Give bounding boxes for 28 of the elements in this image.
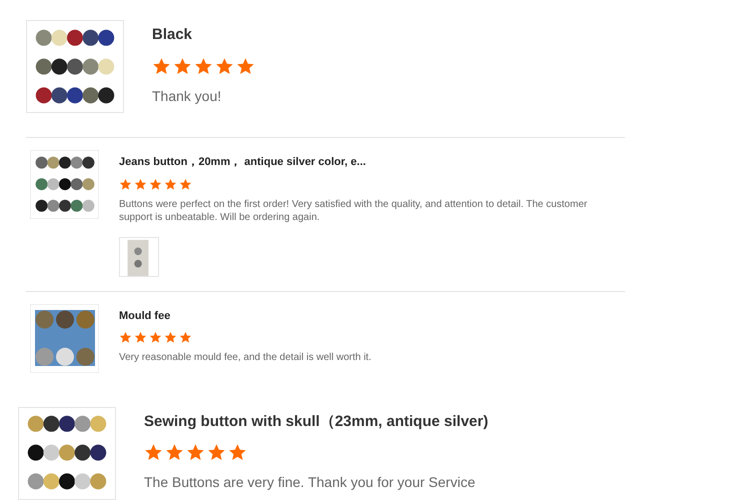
star-icon: [152, 56, 171, 76]
star-icon: [173, 56, 192, 76]
star-icon: [164, 331, 177, 344]
review-title: Black: [152, 25, 194, 45]
star-icon: [144, 443, 163, 462]
star-icon: [165, 443, 184, 462]
star-icon: [119, 331, 132, 344]
star-icon: [215, 56, 234, 76]
star-icon: [228, 443, 247, 462]
star-icon: [194, 56, 213, 76]
review-text: The Buttons are very fine. Thank you for your Service: [144, 473, 476, 492]
star-icon: [134, 178, 147, 190]
star-icon: [236, 56, 255, 76]
star-icon: [164, 178, 177, 190]
review-title: Mould fee: [119, 308, 172, 324]
star-icon: [179, 331, 192, 344]
star-icon: [149, 331, 162, 344]
star-icon: [134, 331, 147, 344]
review-text: Thank you!: [152, 86, 222, 106]
star-icon: [207, 443, 226, 462]
star-icon: [149, 178, 162, 190]
star-icon: [186, 443, 205, 462]
star-icon: [119, 178, 132, 190]
review-title: Jeans button，20mm， antique silver color, e...: [119, 155, 367, 170]
star-icon: [179, 178, 192, 190]
review-text: Very reasonable mould fee, and the detail is well worth it.: [119, 351, 372, 364]
review-text: Buttons were perfect on the first order! Very satisfied with the quality, and attention to detail. The customer support is unbeatable. Will be ordering again.: [119, 198, 588, 224]
review-title: Sewing button with skull（23mm, antique silver): [144, 412, 488, 432]
